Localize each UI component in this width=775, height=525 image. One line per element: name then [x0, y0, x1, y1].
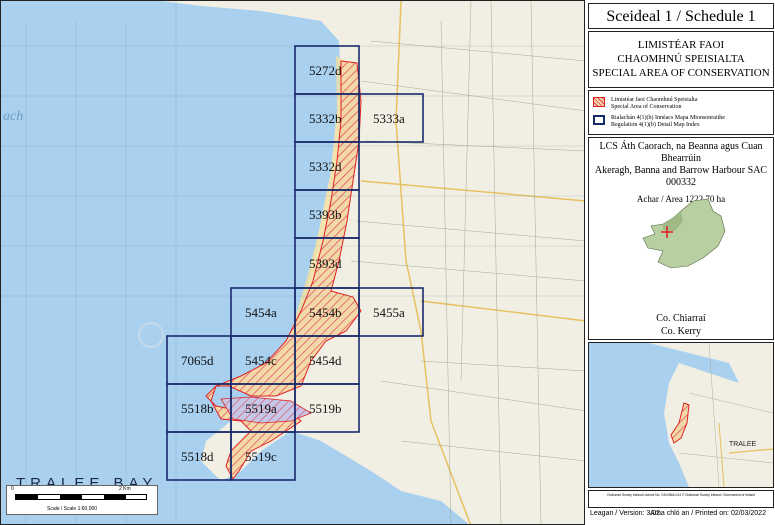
- county-english: Co. Kerry: [661, 326, 701, 337]
- tile-label[interactable]: 5519a: [245, 401, 277, 417]
- sac-legend-swatch: [593, 97, 605, 107]
- sac-legend-text: Limistéar faoi Chaomhnú Speisialta Speci…: [611, 97, 697, 111]
- sac-heading-line1: LIMISTÉAR FAOI: [637, 39, 725, 51]
- tile-label[interactable]: 5333a: [373, 111, 405, 127]
- scale-ratio: Scale / Scale 1:60,000: [47, 506, 98, 512]
- tile-label[interactable]: 5454d: [309, 353, 342, 369]
- site-info: LCS Áth Caorach, na Beanna agus Cuan Bhe…: [588, 137, 774, 340]
- locator-map: [642, 198, 726, 269]
- sac-heading-line2: CHAOMHNÚ SPEISIALTA: [617, 53, 745, 65]
- sac-heading: LIMISTÉAR FAOI CHAOMHNÚ SPEISIALTA SPECI…: [588, 31, 774, 88]
- tile-label[interactable]: 5332d: [309, 159, 342, 175]
- tile-label[interactable]: 5518b: [181, 401, 214, 417]
- legend: Limistéar faoi Chaomhnú Speisialta Speci…: [588, 90, 774, 135]
- inset-town-label: TRALEE: [729, 441, 757, 448]
- tile-label[interactable]: 5455a: [373, 305, 405, 321]
- index-legend-swatch: [593, 115, 605, 125]
- map-canvas: [1, 1, 584, 524]
- schedule-title: Sceideal 1 / Schedule 1: [588, 3, 774, 29]
- inset-map-canvas: [589, 343, 773, 487]
- tile-label[interactable]: 5518d: [181, 449, 214, 465]
- site-code: 000332: [666, 177, 696, 188]
- tile-label[interactable]: 5519b: [309, 401, 342, 417]
- scale-bar-graphic: [15, 494, 147, 500]
- tile-label[interactable]: 5454c: [245, 353, 277, 369]
- sea-label-fragment: ach: [3, 109, 24, 124]
- side-panel: Sceideal 1 / Schedule 1 LIMISTÉAR FAOI C…: [588, 0, 775, 525]
- tile-label[interactable]: 5393d: [309, 256, 342, 272]
- scale-start: 0: [11, 486, 14, 492]
- index-legend-text: Rialachán 4(1)(b) Innéacs Mapa Mionsonra…: [611, 115, 725, 129]
- index-legend-english: Regulation 4(1)(b) Detail Map Index: [611, 122, 700, 128]
- tile-label[interactable]: 5519c: [245, 449, 277, 465]
- site-name-irish: LCS Áth Caorach, na Beanna agus Cuan Bhe…: [599, 141, 763, 164]
- scale-end: 2 Km: [119, 486, 131, 492]
- site-name-english: Akeragh, Banna and Barrow Harbour SAC: [594, 165, 768, 176]
- printed-date: Arna chló an / Printed on: 02/03/2022: [650, 510, 766, 517]
- sac-heading-line3: SPECIAL AREA OF CONSERVATION: [592, 67, 770, 79]
- sac-legend-english: Special Area of Conservation: [611, 104, 682, 110]
- tile-label[interactable]: 5454a: [245, 305, 277, 321]
- county-irish: Co. Chiarraí: [656, 313, 706, 324]
- main-map[interactable]: 5272d 5332b 5333a 5332d 5393b 5393d 5454…: [0, 0, 585, 525]
- tile-label[interactable]: 7065d: [181, 353, 214, 369]
- tile-label[interactable]: 5332b: [309, 111, 342, 127]
- credits: Ordnance Survey Ireland Licence No. OSi-…: [588, 490, 774, 508]
- tile-label[interactable]: 5272d: [309, 63, 342, 79]
- scale-bar: 0 2 Km Scale / Scale 1:60,000: [6, 485, 158, 515]
- tile-label[interactable]: 5454b: [309, 305, 342, 321]
- map-sheet: 5272d 5332b 5333a 5332d 5393b 5393d 5454…: [0, 0, 775, 525]
- index-legend-irish: Rialachán 4(1)(b) Innéacs Mapa Mionsonra…: [611, 115, 725, 121]
- sac-legend-irish: Limistéar faoi Chaomhnú Speisialta: [611, 97, 698, 103]
- tile-label[interactable]: 5393b: [309, 207, 342, 223]
- inset-map[interactable]: TRALEE: [588, 342, 774, 488]
